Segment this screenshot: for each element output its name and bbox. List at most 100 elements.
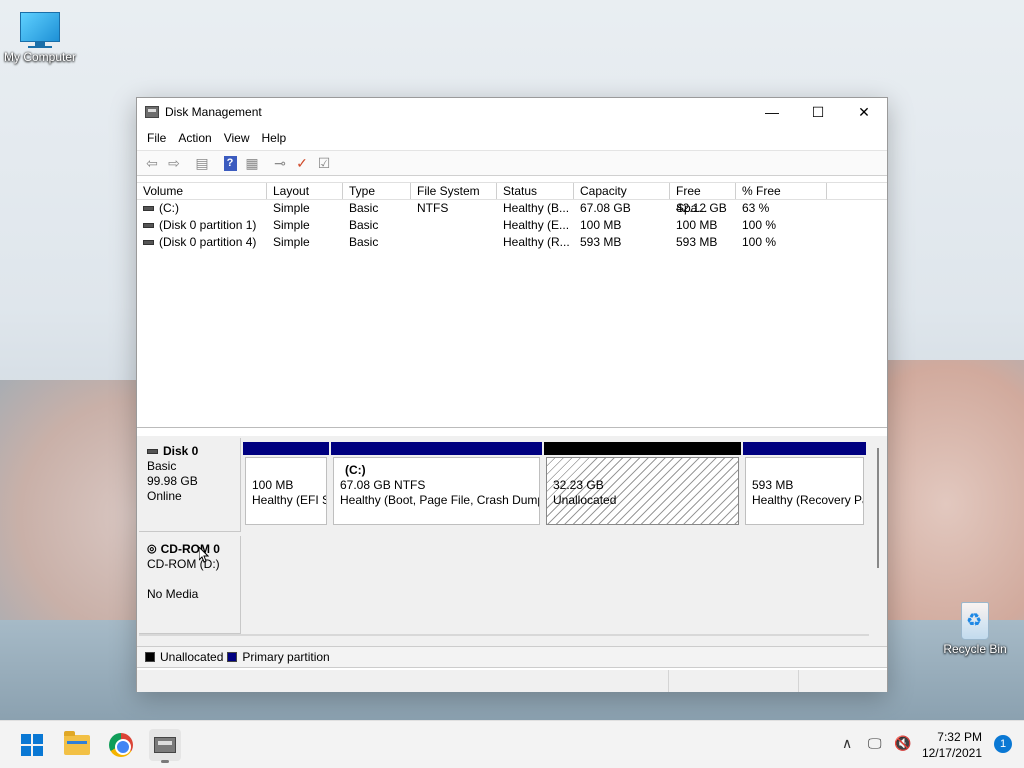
close-button[interactable]: ✕ bbox=[841, 98, 887, 126]
file-explorer-icon[interactable] bbox=[61, 729, 93, 761]
partition-size: 32.23 GB bbox=[553, 478, 604, 492]
cell-free-space: 42.12 GB bbox=[676, 201, 727, 215]
horizontal-scrollbar[interactable] bbox=[139, 634, 869, 636]
partition-title: (C:) bbox=[345, 463, 366, 477]
column-header-volume[interactable]: Volume bbox=[137, 183, 267, 199]
column-header-free-space[interactable]: Free Spa... bbox=[670, 183, 736, 215]
cell-percent-free: 63 % bbox=[742, 201, 770, 215]
disk-0-size: 99.98 GB bbox=[147, 474, 198, 488]
partition-efi[interactable]: 100 MB Healthy (EFI S bbox=[243, 442, 329, 528]
menu-view[interactable]: View bbox=[218, 131, 256, 145]
clock-date: 12/17/2021 bbox=[921, 746, 982, 760]
volume-name: (C:) bbox=[159, 201, 179, 215]
properties-icon[interactable]: ▤ bbox=[191, 153, 213, 173]
volume-name: (Disk 0 partition 1) bbox=[159, 218, 257, 232]
cell-type: Basic bbox=[349, 201, 379, 215]
volume-muted-icon[interactable]: 🔇 bbox=[894, 735, 911, 752]
table-row[interactable]: (C:) Simple Basic NTFS Healthy (B... 67.… bbox=[137, 200, 887, 217]
cdrom-0-media-status: No Media bbox=[147, 587, 199, 601]
disk-management-app-icon bbox=[145, 106, 159, 118]
legend: Unallocated Primary partition bbox=[137, 646, 887, 668]
desktop-icon-recycle-bin[interactable]: ♻ Recycle Bin bbox=[935, 598, 1015, 656]
column-header-status[interactable]: Status bbox=[497, 183, 574, 199]
check-icon[interactable]: ✓ bbox=[291, 153, 313, 173]
notification-badge[interactable]: 1 bbox=[994, 735, 1012, 753]
menu-action[interactable]: Action bbox=[172, 131, 217, 145]
column-header-file-system[interactable]: File System bbox=[411, 183, 497, 199]
desktop-icon-label: My Computer bbox=[3, 50, 77, 64]
cdrom-0-label[interactable]: ◎ CD-ROM 0 CD-ROM (D:) No Media bbox=[139, 536, 241, 634]
cell-layout: Simple bbox=[273, 201, 310, 215]
show-hidden-icons-chevron[interactable]: ∧ bbox=[842, 735, 852, 752]
cell-percent-free: 100 % bbox=[742, 235, 777, 249]
drive-icon bbox=[143, 223, 154, 228]
partition-unallocated[interactable]: 32.23 GB Unallocated bbox=[544, 442, 741, 528]
network-icon[interactable]: 🖵 bbox=[868, 735, 882, 752]
partition-recovery[interactable]: 593 MB Healthy (Recovery Pa bbox=[743, 442, 866, 528]
disk-0-row: Disk 0 Basic 99.98 GB Online 100 MB Heal… bbox=[137, 436, 869, 534]
table-row[interactable]: (Disk 0 partition 4) Simple Basic Health… bbox=[137, 234, 887, 251]
menu-file[interactable]: File bbox=[141, 131, 172, 145]
title-bar[interactable]: Disk Management — ☐ ✕ bbox=[137, 98, 887, 126]
back-arrow-icon[interactable]: ⇦ bbox=[141, 153, 163, 173]
column-header-type[interactable]: Type bbox=[343, 183, 411, 199]
disk-0-label[interactable]: Disk 0 Basic 99.98 GB Online bbox=[139, 438, 241, 532]
cell-type: Basic bbox=[349, 218, 379, 232]
disk-icon bbox=[147, 449, 158, 454]
taskbar: ∧ 🖵 🔇 7:32 PM 12/17/2021 1 bbox=[0, 720, 1024, 768]
legend-swatch bbox=[227, 652, 238, 662]
table-row[interactable]: (Disk 0 partition 1) Simple Basic Health… bbox=[137, 217, 887, 234]
partition-c-drive[interactable]: (C:) 67.08 GB NTFS Healthy (Boot, Page F… bbox=[331, 442, 542, 528]
toolbar: ⇦ ⇨ ▤ ? ▦ ⊸ ✓ ☑ bbox=[137, 150, 887, 176]
cell-free-space: 100 MB bbox=[676, 218, 718, 232]
legend-item-unallocated: Unallocated bbox=[145, 650, 223, 664]
cell-status: Healthy (E... bbox=[503, 218, 570, 232]
desktop-icon-label: Recycle Bin bbox=[943, 642, 1007, 656]
help-icon[interactable]: ? bbox=[219, 153, 241, 173]
partition-status: Healthy (Recovery Pa bbox=[752, 493, 864, 507]
legend-swatch bbox=[145, 652, 155, 662]
forward-arrow-icon[interactable]: ⇨ bbox=[163, 153, 185, 173]
mouse-cursor-icon bbox=[199, 547, 209, 563]
disk-graphical-view: Disk 0 Basic 99.98 GB Online 100 MB Heal… bbox=[137, 436, 887, 646]
cell-capacity: 593 MB bbox=[580, 235, 622, 249]
cdrom-0-drive: CD-ROM (D:) bbox=[147, 557, 220, 571]
partition-status: Healthy (EFI S bbox=[252, 493, 327, 507]
cell-type: Basic bbox=[349, 235, 379, 249]
clock[interactable]: 7:32 PM 12/17/2021 bbox=[922, 729, 982, 761]
cell-status: Healthy (B... bbox=[503, 201, 570, 215]
chrome-icon[interactable] bbox=[105, 729, 137, 761]
volume-name: (Disk 0 partition 4) bbox=[159, 235, 257, 249]
menu-bar: File Action View Help bbox=[137, 126, 887, 150]
clock-time: 7:32 PM bbox=[937, 730, 982, 744]
maximize-button[interactable]: ☐ bbox=[795, 98, 841, 126]
menu-help[interactable]: Help bbox=[256, 131, 293, 145]
column-header-layout[interactable]: Layout bbox=[267, 183, 343, 199]
disk-0-type: Basic bbox=[147, 459, 177, 473]
cell-file-system bbox=[411, 217, 497, 234]
disk-management-icon[interactable] bbox=[149, 729, 181, 763]
settings-icon[interactable]: ☑ bbox=[313, 153, 335, 173]
desktop-icon-my-computer[interactable]: My Computer bbox=[0, 12, 80, 64]
snap-in-icon[interactable]: ▦ bbox=[241, 153, 263, 173]
cdrom-0-row: ◎ CD-ROM 0 CD-ROM (D:) No Media bbox=[137, 534, 869, 634]
disk-0-status: Online bbox=[147, 489, 182, 503]
cell-layout: Simple bbox=[273, 235, 310, 249]
cell-free-space: 593 MB bbox=[676, 235, 718, 249]
partition-status: Unallocated bbox=[553, 493, 617, 507]
minimize-button[interactable]: — bbox=[749, 98, 795, 126]
cd-icon: ◎ bbox=[147, 543, 157, 555]
disk-0-partitions: 100 MB Healthy (EFI S (C:) 67.08 GB NTFS… bbox=[243, 442, 868, 532]
column-header-percent-free[interactable]: % Free bbox=[736, 183, 827, 199]
cell-status: Healthy (R... bbox=[503, 235, 570, 249]
cell-percent-free: 100 % bbox=[742, 218, 777, 232]
windows-start-icon[interactable] bbox=[16, 729, 48, 761]
status-bar bbox=[137, 670, 887, 692]
cell-capacity: 67.08 GB bbox=[580, 201, 631, 215]
partition-size: 67.08 GB NTFS bbox=[340, 478, 426, 492]
monitor-icon bbox=[18, 12, 62, 48]
vertical-scrollbar[interactable] bbox=[877, 448, 879, 568]
connect-icon[interactable]: ⊸ bbox=[269, 153, 291, 173]
column-header-capacity[interactable]: Capacity bbox=[574, 183, 670, 199]
cell-capacity: 100 MB bbox=[580, 218, 622, 232]
